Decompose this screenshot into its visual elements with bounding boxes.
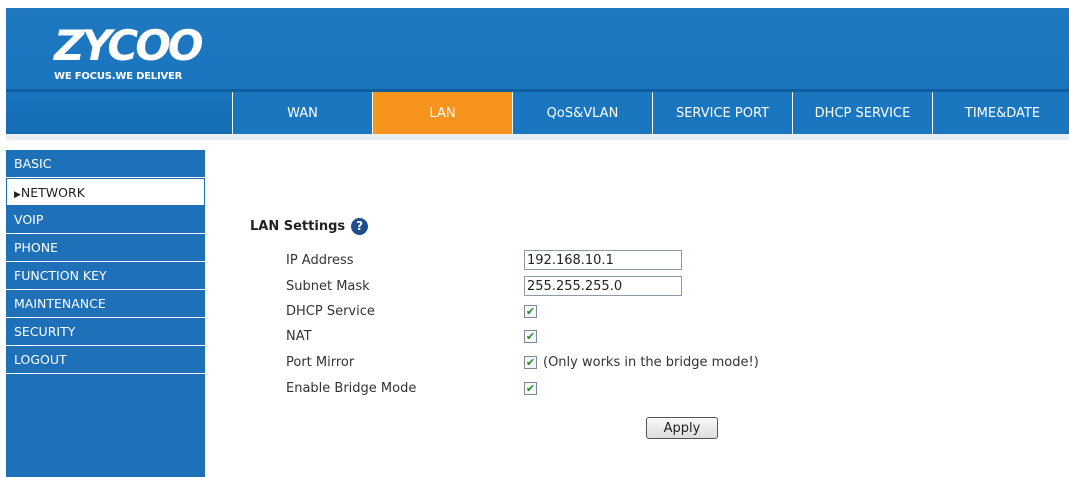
dhcp-service-row: DHCP Service ✔	[286, 301, 986, 321]
sidebar-item-label: MAINTENANCE	[14, 296, 106, 311]
triangle-right-icon: ▶	[14, 190, 21, 200]
ip-address-row: IP Address	[286, 250, 986, 270]
sidebar-item-label: PHONE	[14, 240, 59, 255]
tab-lan[interactable]: LAN	[372, 92, 512, 134]
sidebar-item-label: FUNCTION KEY	[14, 268, 107, 283]
dhcp-service-checkbox[interactable]: ✔	[524, 304, 537, 318]
top-tab-bar: WAN LAN QoS&VLAN SERVICE PORT DHCP SERVI…	[232, 92, 1069, 134]
subnet-mask-input[interactable]	[524, 276, 682, 296]
port-mirror-row: Port Mirror ✔ (Only works in the bridge …	[286, 352, 986, 372]
section-heading: LAN Settings ?	[250, 218, 1030, 235]
sidebar-item-logout[interactable]: LOGOUT	[6, 346, 205, 374]
tab-service-port[interactable]: SERVICE PORT	[652, 92, 792, 134]
sidebar-item-label: SECURITY	[14, 324, 76, 339]
nat-row: NAT ✔	[286, 326, 986, 346]
sidebar-item-function-key[interactable]: FUNCTION KEY	[6, 262, 205, 290]
sidebar-item-voip[interactable]: VOIP	[6, 206, 205, 234]
sidebar-item-label: VOIP	[14, 212, 44, 227]
logo-tagline: WE FOCUS.WE DELIVER	[54, 71, 183, 82]
tab-qos-vlan[interactable]: QoS&VLAN	[512, 92, 652, 134]
subnet-mask-label: Subnet Mask	[286, 278, 370, 294]
apply-button[interactable]: Apply	[646, 417, 718, 439]
nat-label: NAT	[286, 328, 312, 344]
sidebar-item-maintenance[interactable]: MAINTENANCE	[6, 290, 205, 318]
subnet-mask-row: Subnet Mask	[286, 276, 986, 296]
sidebar-item-label: LOGOUT	[14, 352, 67, 367]
sidebar-item-security[interactable]: SECURITY	[6, 318, 205, 346]
ip-address-label: IP Address	[286, 252, 354, 268]
tab-wan[interactable]: WAN	[232, 92, 372, 134]
nat-checkbox[interactable]: ✔	[524, 329, 537, 343]
port-mirror-label: Port Mirror	[286, 354, 355, 370]
bridge-mode-checkbox[interactable]: ✔	[524, 381, 537, 395]
port-mirror-checkbox[interactable]: ✔	[524, 355, 537, 369]
sidebar-item-network[interactable]: ▶NETWORK	[6, 178, 205, 206]
ip-address-input[interactable]	[524, 250, 682, 270]
zycoo-logo: ZYCOO WE FOCUS.WE DELIVER	[54, 24, 204, 84]
section-title: LAN Settings	[250, 219, 346, 234]
sidebar-menu: BASIC ▶NETWORK VOIP PHONE FUNCTION KEY M…	[6, 150, 205, 477]
header-subbar	[6, 134, 1069, 140]
sidebar-item-phone[interactable]: PHONE	[6, 234, 205, 262]
port-mirror-note: (Only works in the bridge mode!)	[543, 354, 759, 370]
logo-brand: ZYCOO	[54, 21, 204, 70]
lan-settings-panel: LAN Settings ? IP Address Subnet Mask DH…	[250, 218, 1030, 439]
sidebar-item-label: NETWORK	[20, 185, 85, 200]
dhcp-service-label: DHCP Service	[286, 303, 375, 319]
bridge-mode-label: Enable Bridge Mode	[286, 380, 417, 396]
help-icon[interactable]: ?	[351, 218, 369, 235]
sidebar-item-basic[interactable]: BASIC	[6, 150, 205, 178]
sidebar-item-label: BASIC	[14, 156, 52, 171]
bridge-mode-row: Enable Bridge Mode ✔	[286, 378, 986, 398]
tab-time-date[interactable]: TIME&DATE	[932, 92, 1069, 134]
tab-dhcp-service[interactable]: DHCP SERVICE	[792, 92, 932, 134]
